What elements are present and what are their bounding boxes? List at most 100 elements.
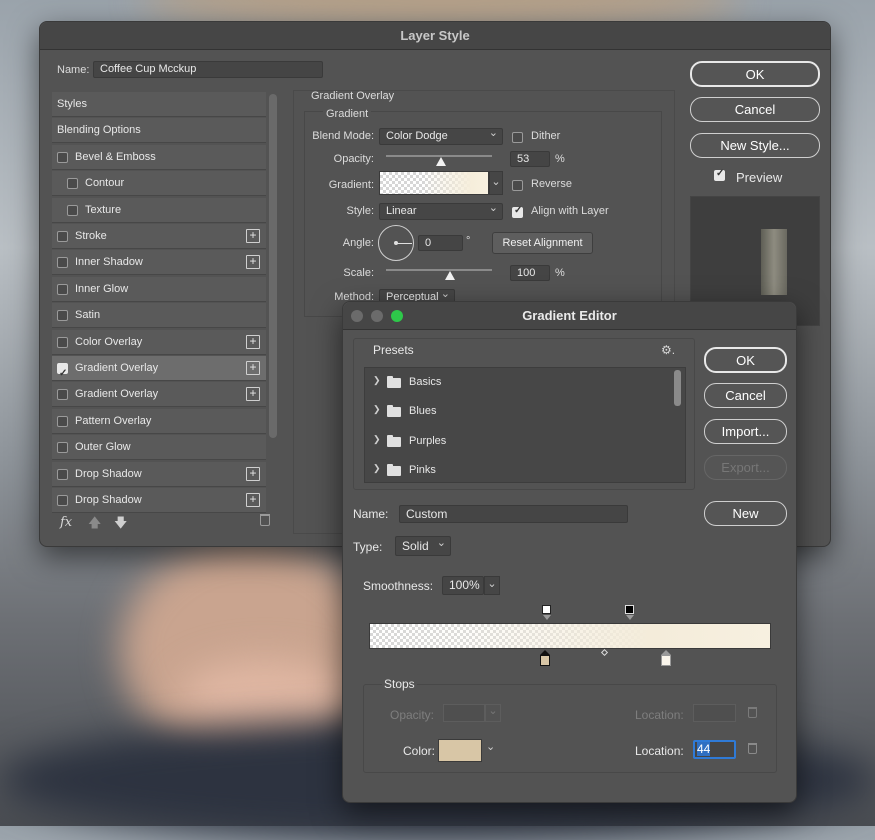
- move-down-icon[interactable]: 🡇: [114, 514, 127, 536]
- scale-slider[interactable]: [386, 269, 492, 271]
- add-effect-icon[interactable]: +: [246, 466, 260, 481]
- close-window-button[interactable]: [351, 310, 363, 322]
- stop-opacity-field[interactable]: [443, 704, 485, 722]
- sidebar-item[interactable]: Outer Glow: [52, 435, 266, 461]
- gradient-swatch[interactable]: [379, 171, 489, 195]
- zoom-window-button[interactable]: [391, 310, 403, 322]
- type-dropdown[interactable]: Solid: [395, 534, 451, 556]
- scale-field[interactable]: 100: [510, 265, 550, 281]
- sidebar-item[interactable]: Gradient Overlay +: [52, 356, 266, 386]
- color-stop-left[interactable]: [540, 655, 550, 666]
- add-effect-icon[interactable]: +: [246, 361, 260, 375]
- chevron-right-icon[interactable]: ❯: [373, 375, 381, 386]
- sidebar-item[interactable]: Satin: [52, 303, 266, 329]
- dither-checkbox[interactable]: [512, 132, 523, 143]
- stop-color-swatch[interactable]: [438, 739, 482, 762]
- sidebar-item[interactable]: Styles: [52, 92, 266, 117]
- sidebar-item-checkbox[interactable]: [57, 389, 68, 401]
- add-effect-icon[interactable]: +: [246, 334, 260, 349]
- blend-mode-dropdown[interactable]: Color Dodge: [379, 126, 503, 145]
- preview-checkbox[interactable]: [714, 168, 725, 181]
- new-button[interactable]: New: [704, 501, 787, 526]
- add-effect-icon[interactable]: +: [246, 229, 260, 243]
- sidebar-item[interactable]: Contour: [52, 171, 266, 197]
- sidebar-scrollbar[interactable]: [269, 94, 277, 438]
- preset-folder-item[interactable]: ❯ Pinks: [365, 456, 671, 485]
- color-stop-right[interactable]: [661, 655, 671, 666]
- add-effect-icon[interactable]: +: [246, 493, 260, 507]
- presets-scrollbar[interactable]: [674, 370, 681, 406]
- angle-field[interactable]: 0: [418, 235, 463, 251]
- sidebar-item-checkbox[interactable]: [57, 310, 68, 322]
- angle-dial[interactable]: [378, 225, 414, 261]
- sidebar-item[interactable]: Drop Shadow +: [52, 461, 266, 487]
- sidebar-item[interactable]: Pattern Overlay: [52, 408, 266, 434]
- name-field[interactable]: Coffee Cup Mcckup: [93, 61, 323, 78]
- opacity-stop-left[interactable]: [542, 605, 551, 614]
- sidebar-item-checkbox[interactable]: [57, 361, 68, 386]
- sidebar-item[interactable]: Inner Shadow +: [52, 250, 266, 276]
- smoothness-dropdown-arrow[interactable]: ⌄: [484, 576, 500, 595]
- add-effect-icon[interactable]: +: [246, 387, 260, 402]
- stop-opacity-delete-icon[interactable]: [748, 707, 757, 718]
- opacity-stop-right[interactable]: [625, 605, 634, 614]
- stop-color-location-field[interactable]: 44: [693, 740, 736, 759]
- preset-folder-item[interactable]: ❯ Basics: [365, 368, 671, 397]
- chevron-right-icon[interactable]: ❯: [373, 404, 381, 415]
- reset-alignment-button[interactable]: Reset Alignment: [492, 232, 593, 254]
- export-button[interactable]: Export...: [704, 455, 787, 480]
- minimize-window-button[interactable]: [371, 310, 383, 322]
- sidebar-item[interactable]: Texture: [52, 197, 266, 223]
- ok-button[interactable]: OK: [690, 61, 820, 87]
- scale-slider-knob[interactable]: [445, 271, 455, 280]
- sidebar-item[interactable]: Inner Glow: [52, 276, 266, 302]
- preset-folder-item[interactable]: ❯ Purples: [365, 427, 671, 456]
- sidebar-item-checkbox[interactable]: [57, 442, 68, 454]
- sidebar-item-checkbox[interactable]: [57, 151, 68, 163]
- sidebar-item-checkbox[interactable]: [57, 283, 68, 295]
- style-dropdown[interactable]: Linear: [379, 201, 503, 220]
- editor-name-field[interactable]: Custom: [399, 505, 628, 523]
- new-style-button[interactable]: New Style...: [690, 133, 820, 158]
- chevron-right-icon[interactable]: ❯: [373, 463, 381, 474]
- sidebar-item[interactable]: Stroke +: [52, 224, 266, 249]
- editor-cancel-button[interactable]: Cancel: [704, 383, 787, 408]
- sidebar-item[interactable]: Color Overlay +: [52, 329, 266, 355]
- editor-ok-button[interactable]: OK: [704, 347, 787, 373]
- sidebar-item-checkbox[interactable]: [57, 495, 68, 506]
- sidebar-item[interactable]: Gradient Overlay +: [52, 382, 266, 408]
- sidebar-item-checkbox[interactable]: [57, 257, 68, 269]
- smoothness-field[interactable]: 100%: [442, 576, 484, 595]
- sidebar-item[interactable]: Blending Options: [52, 118, 266, 144]
- preset-folder-item[interactable]: ❯ Blues: [365, 397, 671, 426]
- move-up-icon[interactable]: 🡅: [88, 514, 101, 536]
- presets-settings-icon[interactable]: ⚙.: [661, 343, 675, 357]
- sidebar-item-checkbox[interactable]: [57, 415, 68, 427]
- fx-icon[interactable]: fx: [60, 515, 72, 530]
- sidebar-item-checkbox[interactable]: [67, 204, 78, 216]
- import-button[interactable]: Import...: [704, 419, 787, 444]
- sidebar-item-checkbox[interactable]: [57, 468, 68, 480]
- gradient-dropdown-arrow[interactable]: ⌄: [489, 171, 503, 195]
- stops-label: Stops: [382, 677, 417, 691]
- add-effect-icon[interactable]: +: [246, 255, 260, 270]
- sidebar-item-label: Drop Shadow: [75, 467, 142, 480]
- stop-color-delete-icon[interactable]: [748, 743, 757, 754]
- chevron-right-icon[interactable]: ❯: [373, 434, 381, 445]
- align-with-layer-checkbox[interactable]: [512, 205, 523, 218]
- gradient-preview-bar[interactable]: [369, 623, 771, 649]
- sidebar-item-checkbox[interactable]: [67, 178, 78, 190]
- opacity-slider-knob[interactable]: [436, 157, 446, 166]
- midpoint-diamond-icon[interactable]: [600, 648, 609, 657]
- sidebar-item-checkbox[interactable]: [57, 336, 68, 348]
- reverse-checkbox[interactable]: [512, 180, 523, 191]
- cancel-button[interactable]: Cancel: [690, 97, 820, 122]
- opacity-field[interactable]: 53: [510, 151, 550, 167]
- stop-opacity-location-field[interactable]: [693, 704, 736, 722]
- stop-color-dropdown-arrow[interactable]: ⌄: [486, 740, 495, 753]
- sidebar-item-checkbox[interactable]: [57, 231, 68, 242]
- trash-icon[interactable]: [260, 514, 270, 526]
- sidebar-item[interactable]: Drop Shadow +: [52, 488, 266, 513]
- sidebar-item[interactable]: Bevel & Emboss: [52, 144, 266, 170]
- stop-opacity-dropdown-arrow[interactable]: ⌄: [485, 704, 501, 722]
